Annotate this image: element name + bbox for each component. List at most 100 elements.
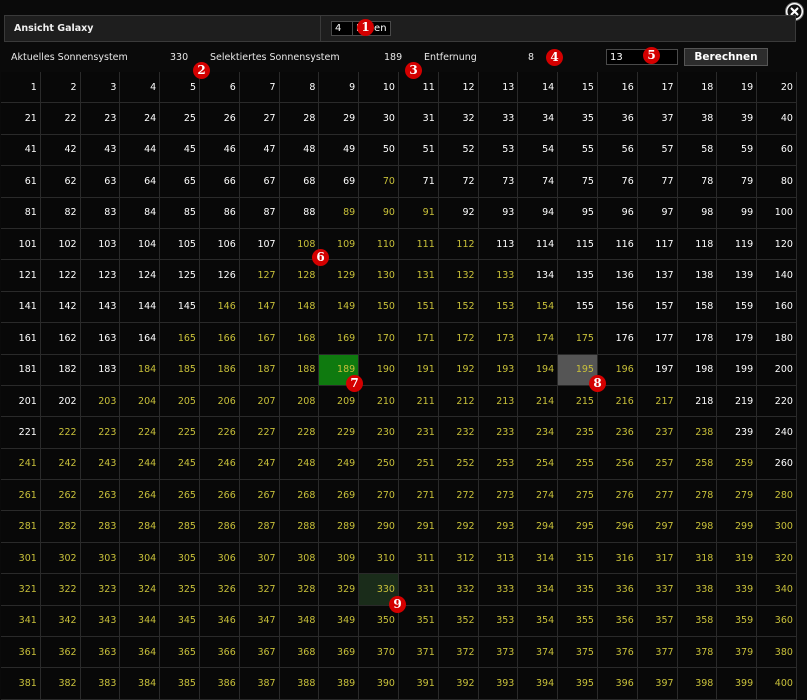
system-cell[interactable]: 286 xyxy=(199,511,240,543)
system-cell[interactable]: 220 xyxy=(757,385,797,418)
system-cell[interactable]: 282 xyxy=(40,511,81,543)
system-cell[interactable]: 276 xyxy=(597,480,638,512)
system-cell[interactable]: 279 xyxy=(717,480,758,512)
system-cell[interactable]: 175 xyxy=(558,323,598,355)
system-cell[interactable]: 345 xyxy=(160,605,200,638)
system-cell[interactable]: 270 xyxy=(359,480,399,512)
system-cell[interactable]: 22 xyxy=(40,103,81,135)
system-cell[interactable]: 134 xyxy=(518,260,559,292)
system-cell[interactable]: 196 xyxy=(597,354,638,386)
system-cell[interactable]: 119 xyxy=(717,228,758,261)
system-cell[interactable]: 246 xyxy=(199,448,240,481)
system-cell[interactable]: 367 xyxy=(239,637,280,669)
system-cell[interactable]: 273 xyxy=(478,480,519,512)
system-cell[interactable]: 77 xyxy=(637,166,678,198)
system-cell[interactable]: 183 xyxy=(80,354,121,386)
system-cell[interactable]: 305 xyxy=(160,542,200,575)
system-cell[interactable]: 306 xyxy=(199,542,240,575)
system-cell[interactable]: 38 xyxy=(677,103,718,135)
system-cell[interactable]: 30 xyxy=(359,103,399,135)
system-cell[interactable]: 15 xyxy=(558,72,598,104)
system-cell[interactable]: 3 xyxy=(80,72,121,104)
system-cell[interactable]: 135 xyxy=(558,260,598,292)
system-cell[interactable]: 141 xyxy=(1,291,41,324)
system-cell[interactable]: 98 xyxy=(677,197,718,229)
system-cell[interactable]: 154 xyxy=(518,291,559,324)
system-cell[interactable]: 323 xyxy=(80,574,121,606)
system-cell[interactable]: 304 xyxy=(120,542,161,575)
system-cell[interactable]: 355 xyxy=(558,605,598,638)
system-cell[interactable]: 266 xyxy=(199,480,240,512)
system-cell[interactable]: 253 xyxy=(478,448,519,481)
system-cell[interactable]: 99 xyxy=(717,197,758,229)
system-cell[interactable]: 101 xyxy=(1,228,41,261)
system-cell[interactable]: 149 xyxy=(319,291,360,324)
system-cell[interactable]: 78 xyxy=(677,166,718,198)
system-cell[interactable]: 230 xyxy=(359,417,399,449)
system-cell[interactable]: 396 xyxy=(597,668,638,700)
system-cell[interactable]: 301 xyxy=(1,542,41,575)
system-cell[interactable]: 257 xyxy=(637,448,678,481)
system-cell[interactable]: 157 xyxy=(637,291,678,324)
system-cell[interactable]: 164 xyxy=(120,323,161,355)
system-cell[interactable]: 204 xyxy=(120,385,161,418)
system-cell[interactable]: 169 xyxy=(319,323,360,355)
system-cell[interactable]: 293 xyxy=(478,511,519,543)
system-cell[interactable]: 89 xyxy=(319,197,360,229)
system-cell[interactable]: 59 xyxy=(717,134,758,167)
system-cell[interactable]: 33 xyxy=(478,103,519,135)
system-cell[interactable]: 300 xyxy=(757,511,797,543)
system-cell[interactable]: 20 xyxy=(757,72,797,104)
system-cell[interactable]: 244 xyxy=(120,448,161,481)
system-cell[interactable]: 197 xyxy=(637,354,678,386)
system-cell[interactable]: 224 xyxy=(120,417,161,449)
system-cell[interactable]: 226 xyxy=(199,417,240,449)
system-cell[interactable]: 271 xyxy=(398,480,439,512)
system-cell[interactable]: 71 xyxy=(398,166,439,198)
system-cell[interactable]: 327 xyxy=(239,574,280,606)
system-cell[interactable]: 184 xyxy=(120,354,161,386)
system-cell[interactable]: 202 xyxy=(40,385,81,418)
system-cell[interactable]: 369 xyxy=(319,637,360,669)
system-cell[interactable]: 69 xyxy=(319,166,360,198)
system-cell[interactable]: 349 xyxy=(319,605,360,638)
system-cell[interactable]: 188 xyxy=(279,354,320,386)
system-cell[interactable]: 365 xyxy=(160,637,200,669)
system-cell[interactable]: 255 xyxy=(558,448,598,481)
system-cell[interactable]: 217 xyxy=(637,385,678,418)
system-cell[interactable]: 285 xyxy=(160,511,200,543)
system-cell[interactable]: 7 xyxy=(239,72,280,104)
system-cell[interactable]: 166 xyxy=(199,323,240,355)
system-cell[interactable]: 378 xyxy=(677,637,718,669)
system-cell[interactable]: 385 xyxy=(160,668,200,700)
system-cell[interactable]: 62 xyxy=(40,166,81,198)
system-cell[interactable]: 130 xyxy=(359,260,399,292)
system-cell[interactable]: 213 xyxy=(478,385,519,418)
system-cell[interactable]: 29 xyxy=(319,103,360,135)
system-cell[interactable]: 24 xyxy=(120,103,161,135)
system-cell[interactable]: 84 xyxy=(120,197,161,229)
system-cell[interactable]: 292 xyxy=(438,511,479,543)
system-cell[interactable]: 290 xyxy=(359,511,399,543)
system-cell[interactable]: 19 xyxy=(717,72,758,104)
system-cell[interactable]: 192 xyxy=(438,354,479,386)
system-cell[interactable]: 216 xyxy=(597,385,638,418)
system-cell[interactable]: 247 xyxy=(239,448,280,481)
system-cell[interactable]: 27 xyxy=(239,103,280,135)
system-cell[interactable]: 212 xyxy=(438,385,479,418)
system-cell[interactable]: 392 xyxy=(438,668,479,700)
system-cell[interactable]: 61 xyxy=(1,166,41,198)
system-cell[interactable]: 185 xyxy=(160,354,200,386)
system-cell[interactable]: 277 xyxy=(637,480,678,512)
system-cell[interactable]: 173 xyxy=(478,323,519,355)
system-cell[interactable]: 117 xyxy=(637,228,678,261)
system-cell[interactable]: 210 xyxy=(359,385,399,418)
system-cell[interactable]: 294 xyxy=(518,511,559,543)
system-cell[interactable]: 352 xyxy=(438,605,479,638)
system-cell[interactable]: 2 xyxy=(40,72,81,104)
system-cell[interactable]: 357 xyxy=(637,605,678,638)
system-cell[interactable]: 155 xyxy=(558,291,598,324)
system-cell[interactable]: 391 xyxy=(398,668,439,700)
system-cell[interactable]: 133 xyxy=(478,260,519,292)
system-cell[interactable]: 223 xyxy=(80,417,121,449)
